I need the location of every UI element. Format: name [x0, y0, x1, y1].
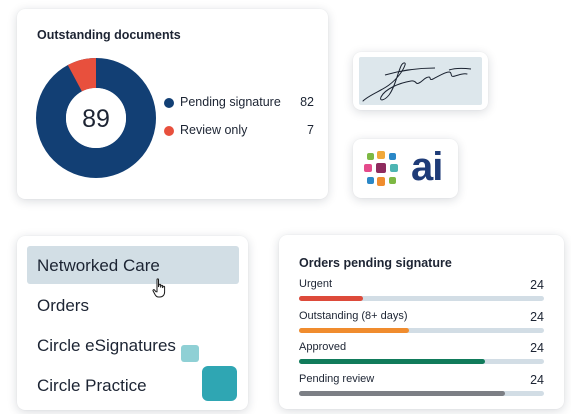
progress-fill: [299, 391, 505, 396]
outstanding-documents-card: Outstanding documents 89 Pending signatu…: [17, 9, 328, 199]
menu-item-label: Circle eSignatures: [37, 336, 176, 355]
donut-chart: 89: [36, 58, 156, 178]
ai-logo-text: ai: [411, 145, 443, 189]
progress-track: [299, 359, 544, 364]
progress-fill: [299, 328, 410, 333]
menu-item-label: Circle Practice: [37, 376, 147, 395]
order-row-urgent: Urgent 24: [299, 278, 544, 308]
orders-pending-signature-card: Orders pending signature Urgent 24 Outst…: [279, 235, 564, 409]
legend-label-pending: Pending signature: [180, 95, 281, 109]
order-row-approved: Approved 24: [299, 341, 544, 371]
menu-item-label: Orders: [37, 296, 89, 315]
signature-scribble-icon: [362, 62, 472, 102]
legend-label-review: Review only: [180, 123, 248, 137]
order-row-label: Approved: [299, 341, 347, 353]
order-row-value: 24: [530, 278, 544, 292]
progress-track: [299, 296, 544, 301]
donut-total: 89: [82, 105, 110, 133]
order-row-label: Outstanding (8+ days): [299, 310, 408, 322]
signature-image: [359, 57, 482, 105]
donut-segment-review: [67, 58, 97, 92]
decorative-teal-square-large: [202, 366, 237, 401]
outstanding-documents-title: Outstanding documents: [37, 28, 181, 42]
legend-row-pending: Pending signature 82: [164, 95, 314, 111]
menu-item-orders[interactable]: Orders: [27, 286, 239, 324]
hand-pointer-icon: [152, 278, 166, 298]
signature-card: [353, 52, 488, 110]
ai-dots-logo-icon: [364, 151, 398, 186]
progress-fill: [299, 359, 486, 364]
legend-value-pending: 82: [300, 95, 314, 109]
progress-track: [299, 391, 544, 396]
legend-row-review: Review only 7: [164, 123, 314, 139]
order-row-value: 24: [530, 373, 544, 387]
order-row-value: 24: [530, 341, 544, 355]
order-row-label: Pending review: [299, 373, 375, 385]
order-row-pending-review: Pending review 24: [299, 373, 544, 403]
progress-track: [299, 328, 544, 333]
order-row-value: 24: [530, 310, 544, 324]
menu-item-circle-esignatures[interactable]: Circle eSignatures: [27, 326, 239, 364]
legend-value-review: 7: [307, 123, 314, 137]
legend-dot-pending: [164, 98, 174, 108]
orders-title: Orders pending signature: [299, 256, 452, 270]
decorative-teal-square-small: [181, 345, 199, 362]
progress-fill: [299, 296, 363, 301]
order-row-outstanding: Outstanding (8+ days) 24: [299, 310, 544, 340]
menu-item-networked-care[interactable]: Networked Care: [27, 246, 239, 284]
menu-item-label: Networked Care: [37, 256, 160, 275]
order-row-label: Urgent: [299, 278, 333, 290]
legend-dot-review: [164, 126, 174, 136]
ai-logo-card: ai: [353, 139, 458, 198]
